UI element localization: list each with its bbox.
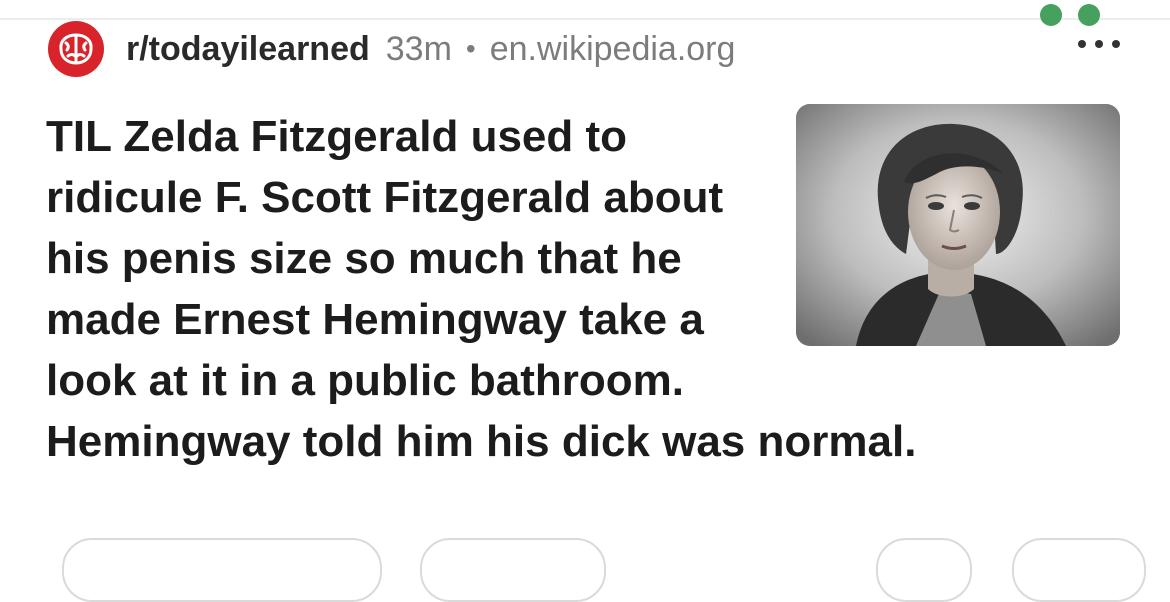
award-pill[interactable] [876, 538, 972, 602]
more-dot-1 [1078, 40, 1086, 48]
brain-icon [59, 33, 93, 65]
comments-pill[interactable] [420, 538, 606, 602]
subreddit-avatar[interactable] [48, 21, 104, 77]
vote-pill[interactable] [62, 538, 382, 602]
subreddit-name[interactable]: r/todayilearned [126, 30, 370, 69]
more-dot-3 [1112, 40, 1120, 48]
top-badge-right [1078, 4, 1100, 26]
post-thumbnail[interactable] [796, 104, 1120, 346]
share-pill[interactable] [1012, 538, 1146, 602]
portrait-image [796, 104, 1120, 346]
more-dot-2 [1095, 40, 1103, 48]
post-age: 33m [385, 29, 452, 68]
post-header: r/todayilearned 33m • en.wikipedia.org [48, 21, 736, 77]
post-domain[interactable]: en.wikipedia.org [490, 30, 736, 69]
top-divider [0, 4, 1170, 26]
meta-separator: • [465, 33, 476, 64]
more-options-icon[interactable] [1078, 34, 1120, 54]
top-badge-left [1040, 4, 1062, 26]
